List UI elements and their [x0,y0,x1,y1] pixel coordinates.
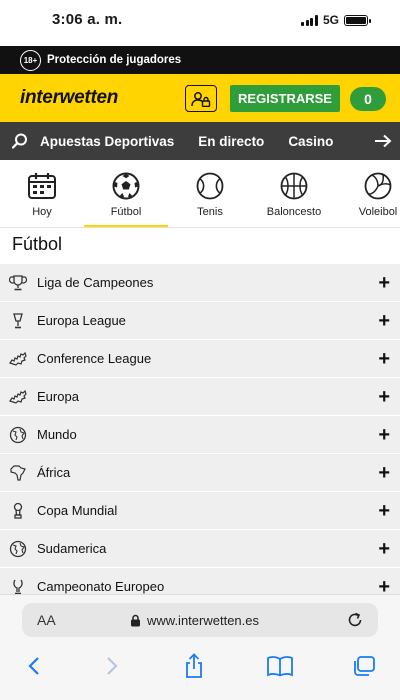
lock-icon [131,614,140,627]
player-protection-bar[interactable]: 18+ Protección de jugadores [0,46,400,74]
basketball-icon [280,172,308,200]
share-icon [186,653,202,678]
tab-futbol[interactable]: Fútbol [84,160,168,227]
bookmarks-button[interactable] [264,651,296,681]
expand-plus-icon[interactable]: + [378,577,390,594]
forward-button[interactable] [96,651,128,681]
user-lock-icon [191,91,211,107]
competition-label: África [37,465,71,480]
calendar-icon [28,173,56,199]
expand-plus-icon[interactable]: + [378,349,390,369]
nav-item-live[interactable]: En directo [198,134,264,149]
competition-label: Conference League [37,351,152,366]
page-title: Fútbol [12,234,63,254]
share-button[interactable] [178,651,210,681]
expand-plus-icon[interactable]: + [378,387,390,407]
tab-label: Baloncesto [266,206,322,218]
brand-header: interwetten REGISTRARSE 0 [0,74,400,122]
address-bar[interactable]: AA www.interwetten.es [22,603,378,637]
status-indicators: 5G [301,13,371,27]
tab-baloncesto[interactable]: Baloncesto [252,160,336,227]
tab-label: Tenis [197,206,223,218]
book-icon [267,656,293,677]
competition-row-liga-de-campeones[interactable]: Liga de Campeones + [0,264,400,302]
europe-map-icon [8,387,28,407]
competition-label: Campeonato Europeo [37,579,165,594]
back-button[interactable] [18,651,50,681]
register-button[interactable]: REGISTRARSE [230,85,340,112]
competition-row-copa-mundial[interactable]: Copa Mundial + [0,492,400,530]
cup-icon [8,311,28,331]
volleyball-icon [364,172,392,200]
expand-plus-icon[interactable]: + [378,463,390,483]
url-text: www.interwetten.es [147,613,259,628]
tennis-ball-icon [196,172,224,200]
competition-row-europa-league[interactable]: Europa League + [0,302,400,340]
tab-hoy[interactable]: Hoy [0,160,84,227]
globe-icon [8,539,28,559]
search-button[interactable] [0,122,40,160]
tab-label: Hoy [32,206,52,218]
expand-plus-icon[interactable]: + [378,273,390,293]
competition-label: Sudamerica [37,541,107,556]
tabs-button[interactable] [348,651,380,681]
battery-icon [344,14,371,26]
network-type: 5G [322,13,339,27]
status-bar: 3:06 a. m. 5G [0,0,400,44]
arrow-right-icon [375,134,392,148]
expand-plus-icon[interactable]: + [378,311,390,331]
globe-icon [8,425,28,445]
nav-item-casino[interactable]: Casino [288,134,333,149]
age-18-badge: 18+ [20,49,41,71]
tab-tenis[interactable]: Tenis [168,160,252,227]
expand-plus-icon[interactable]: + [378,539,390,559]
main-nav: Apuestas Deportivas En directo Casino [0,122,400,160]
africa-map-icon [8,463,28,483]
tab-label: Fútbol [110,206,142,218]
browser-bottom-bar: AA www.interwetten.es [0,594,400,700]
chevron-right-icon [107,657,118,675]
signal-icon [301,14,318,26]
tabs-icon [354,656,375,676]
competition-label: Liga de Campeones [37,275,154,290]
search-icon [11,133,27,149]
competition-label: Europa League [37,313,126,328]
chevron-left-icon [28,657,39,675]
competition-row-conference-league[interactable]: Conference League + [0,340,400,378]
trophy-icon [8,273,28,293]
tab-label: Voleibol [358,206,398,218]
reload-icon[interactable] [346,611,364,629]
competition-row-sudamerica[interactable]: Sudamerica + [0,530,400,568]
expand-plus-icon[interactable]: + [378,501,390,521]
browser-toolbar [0,647,400,687]
competition-row-campeonato-europeo[interactable]: Campeonato Europeo + [0,568,400,594]
competition-label: Europa [37,389,79,404]
nav-scroll-right-button[interactable] [366,122,400,160]
tab-voleibol[interactable]: Voleibol [336,160,400,227]
competition-row-mundo[interactable]: Mundo + [0,416,400,454]
competition-label: Mundo [37,427,77,442]
status-time: 3:06 a. m. [52,11,123,28]
world-cup-trophy-icon [8,501,28,521]
interwetten-logo[interactable]: interwetten [20,87,118,109]
competition-label: Copa Mundial [37,503,118,518]
trophy-icon [8,577,28,595]
europe-map-icon [8,349,28,369]
soccer-ball-icon [112,172,140,200]
bet-slip-count-button[interactable]: 0 [350,87,386,111]
account-button[interactable] [185,85,217,112]
competition-row-europa[interactable]: Europa + [0,378,400,416]
competition-row-africa[interactable]: África + [0,454,400,492]
competition-list: Liga de Campeones + Europa League + Conf… [0,264,400,594]
sport-tabs: Hoy Fútbol Tenis Baloncesto Voleibol [0,160,400,228]
expand-plus-icon[interactable]: + [378,425,390,445]
reader-settings-button[interactable]: AA [37,612,56,628]
nav-item-sports-betting[interactable]: Apuestas Deportivas [40,134,174,149]
player-protection-link[interactable]: Protección de jugadores [47,54,181,66]
